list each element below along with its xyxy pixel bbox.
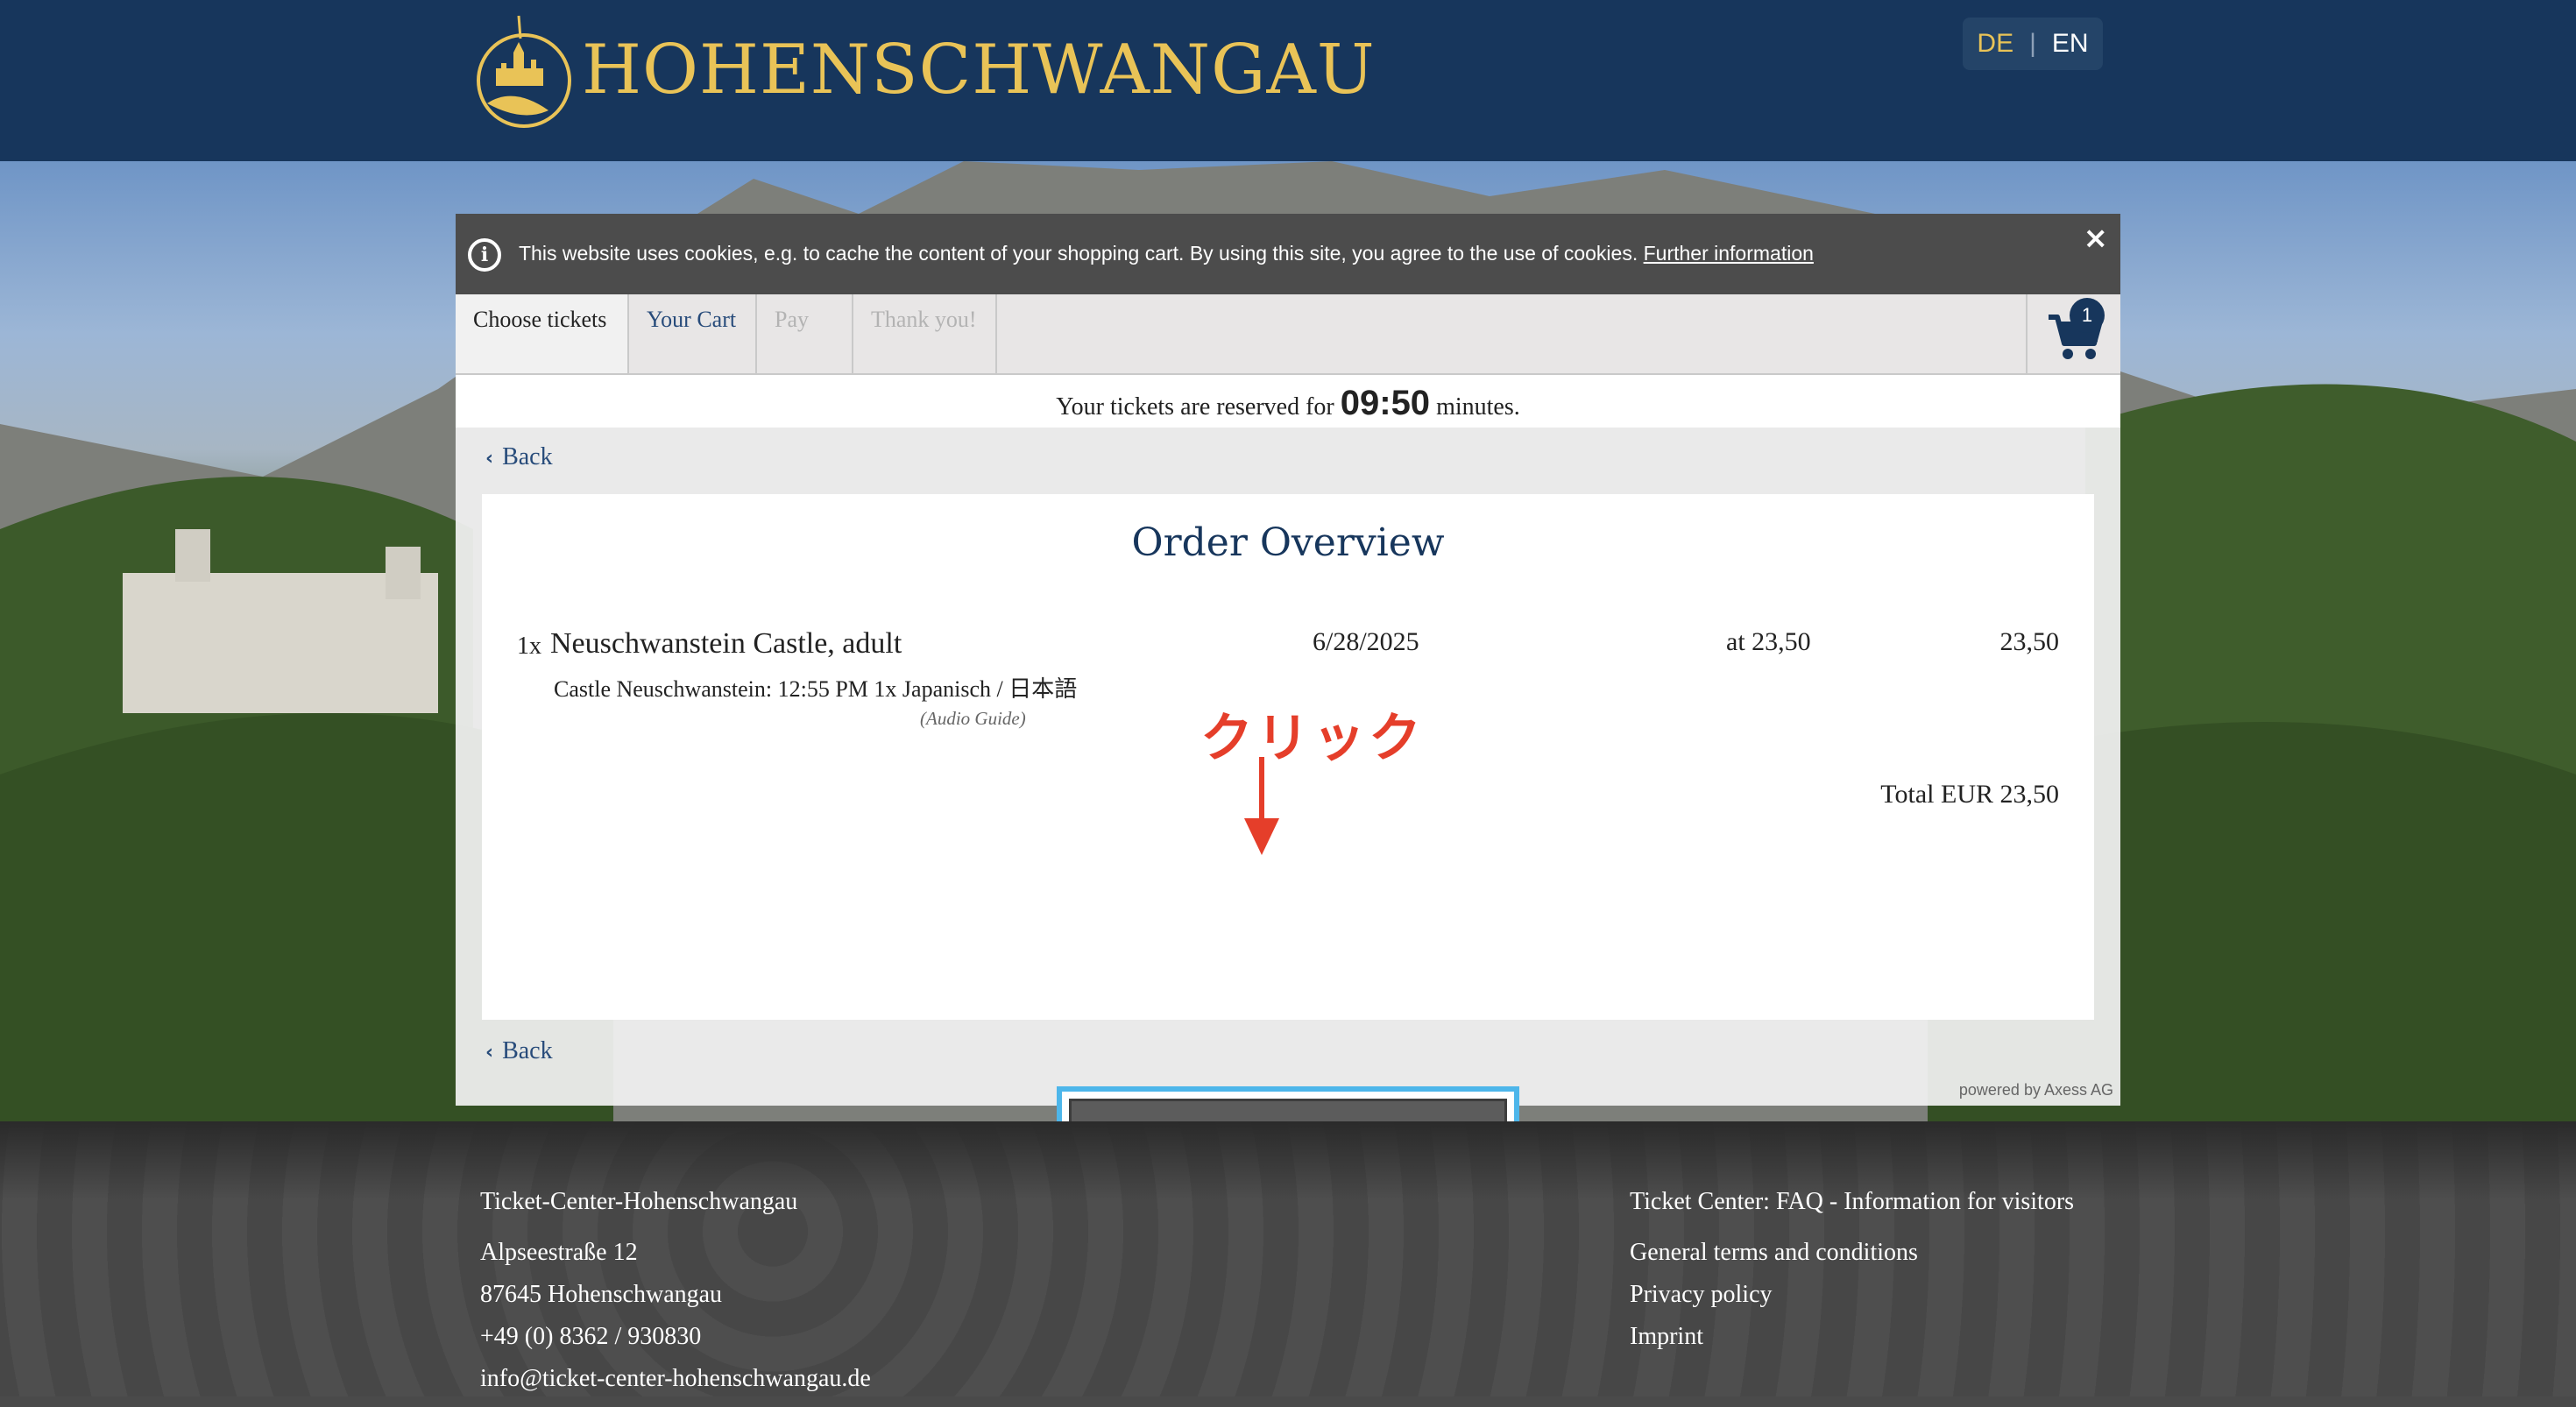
item-name: Neuschwanstein Castle, adult bbox=[550, 627, 902, 660]
footer-links: Ticket Center: FAQ - Information for vis… bbox=[1630, 1188, 2074, 1365]
item-price: 23,50 bbox=[1999, 627, 2060, 656]
order-total: Total EUR 23,50 bbox=[1880, 780, 2059, 809]
cart-count-badge: 1 bbox=[2070, 298, 2105, 333]
footer-phone[interactable]: +49 (0) 8362 / 930830 bbox=[480, 1323, 871, 1365]
click-annotation: クリック bbox=[1200, 708, 1425, 769]
imprint-link[interactable]: Imprint bbox=[1630, 1323, 2074, 1365]
checkout-steps: Choose tickets Your Cart Pay Thank you! … bbox=[456, 294, 2120, 375]
item-detail: Castle Neuschwanstein: 12:55 PM 1x Japan… bbox=[554, 676, 1078, 702]
item-quantity: 1x bbox=[517, 633, 541, 660]
tab-choose-tickets[interactable]: Choose tickets bbox=[456, 294, 629, 373]
footer-shadow bbox=[0, 1121, 2576, 1200]
back-label: Back bbox=[502, 1037, 553, 1064]
powered-by: powered by Axess AG bbox=[1958, 1081, 2113, 1099]
order-overview-card: Order Overview 1x Neuschwanstein Castle,… bbox=[482, 494, 2094, 1181]
chevron-left-icon: ‹ bbox=[485, 1042, 494, 1064]
item-date: 6/28/2025 bbox=[1313, 627, 1419, 656]
back-link-bottom[interactable]: ‹ Back bbox=[485, 1037, 553, 1065]
back-link-top[interactable]: ‹ Back bbox=[485, 443, 553, 471]
castle-logo-icon bbox=[477, 15, 571, 128]
page-title: Order Overview bbox=[1131, 520, 1445, 565]
terms-link[interactable]: General terms and conditions bbox=[1630, 1239, 2074, 1281]
cookie-message: This website uses cookies, e.g. to cache… bbox=[519, 242, 1814, 265]
reservation-time: 09:50 bbox=[1340, 384, 1431, 422]
tab-your-cart[interactable]: Your Cart bbox=[629, 294, 757, 373]
reservation-timer: Your tickets are reserved for 09:50 minu… bbox=[456, 375, 2120, 428]
item-unit-price: at 23,50 bbox=[1726, 627, 1811, 656]
footer-street: Alpseestraße 12 bbox=[480, 1239, 638, 1266]
item-guide-note: (Audio Guide) bbox=[920, 708, 1026, 729]
faq-link[interactable]: Ticket Center: FAQ - Information for vis… bbox=[1630, 1188, 2074, 1230]
tab-thank-you: Thank you! bbox=[853, 294, 997, 373]
footer-contact: Ticket-Center-Hohenschwangau Alpseestraß… bbox=[480, 1188, 871, 1407]
cookie-banner: i This website uses cookies, e.g. to cac… bbox=[456, 214, 2120, 294]
close-icon[interactable]: × bbox=[2084, 221, 2109, 256]
reservation-prefix: Your tickets are reserved for bbox=[1056, 393, 1334, 421]
privacy-link[interactable]: Privacy policy bbox=[1630, 1281, 2074, 1323]
site-header: HOHENSCHWANGAU DE | EN bbox=[0, 0, 2576, 161]
footer-email[interactable]: info@ticket-center-hohenschwangau.de bbox=[480, 1365, 871, 1407]
checkout-panel: i This website uses cookies, e.g. to cac… bbox=[456, 214, 2120, 1181]
lang-en-link[interactable]: EN bbox=[2052, 29, 2089, 59]
cookie-text: This website uses cookies, e.g. to cache… bbox=[519, 242, 1638, 265]
arrow-down-icon bbox=[1244, 757, 1279, 855]
chevron-left-icon: ‹ bbox=[485, 448, 494, 470]
language-switcher: DE | EN bbox=[1963, 18, 2103, 70]
info-icon: i bbox=[468, 238, 501, 272]
further-information-link[interactable]: Further information bbox=[1644, 242, 1814, 265]
site-footer: Ticket-Center-Hohenschwangau Alpseestraß… bbox=[0, 1121, 2576, 1396]
cart-button[interactable]: 1 bbox=[2026, 294, 2120, 373]
footer-company: Ticket-Center-Hohenschwangau bbox=[480, 1188, 798, 1215]
back-label: Back bbox=[502, 443, 553, 470]
tab-pay: Pay bbox=[757, 294, 853, 373]
lang-de-link[interactable]: DE bbox=[1977, 29, 2013, 59]
site-brand[interactable]: HOHENSCHWANGAU bbox=[582, 26, 1376, 114]
lang-separator: | bbox=[2029, 29, 2036, 58]
reservation-suffix: minutes. bbox=[1436, 393, 1520, 421]
footer-city: 87645 Hohenschwangau bbox=[480, 1281, 723, 1308]
